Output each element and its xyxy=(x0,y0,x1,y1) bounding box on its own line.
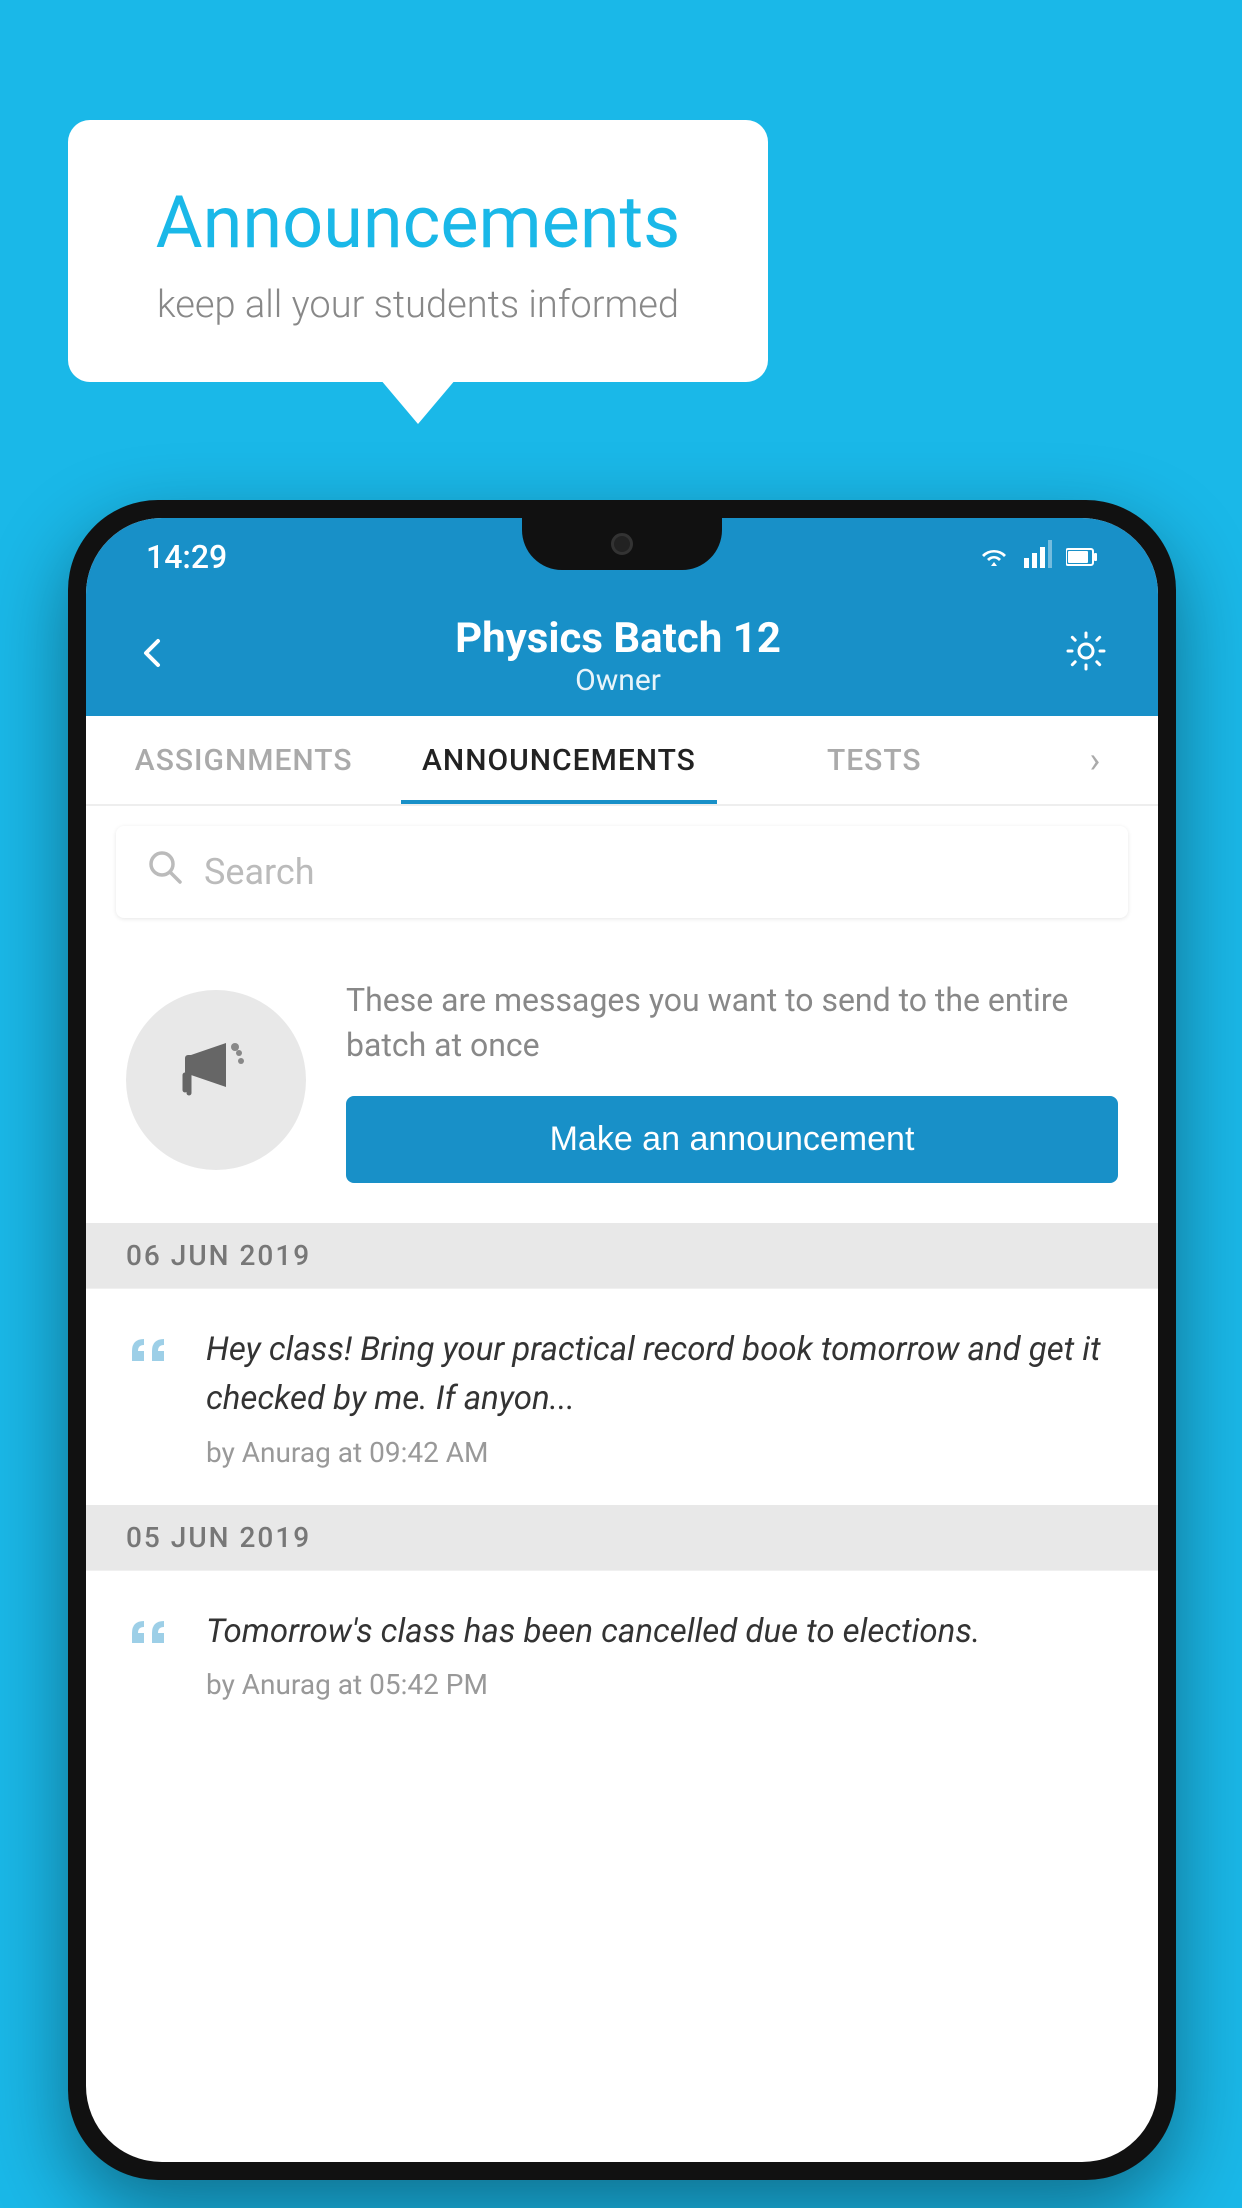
announcement-text-1: Hey class! Bring your practical record b… xyxy=(206,1325,1118,1424)
speech-bubble: Announcements keep all your students inf… xyxy=(68,120,768,382)
tab-announcements[interactable]: ANNOUNCEMENTS xyxy=(401,716,716,804)
phone-device: 14:29 xyxy=(68,500,1176,2180)
header-title: Physics Batch 12 xyxy=(455,614,781,663)
back-button[interactable] xyxy=(136,630,172,682)
header-subtitle: Owner xyxy=(455,663,781,698)
phone-content: Physics Batch 12 Owner ASSIGNMENTS ANNOU… xyxy=(86,596,1158,2162)
announcement-meta-1: by Anurag at 09:42 AM xyxy=(206,1436,1118,1469)
announcement-content-1: Hey class! Bring your practical record b… xyxy=(206,1325,1118,1469)
search-placeholder: Search xyxy=(204,851,315,893)
quote-icon-1 xyxy=(126,1329,170,1382)
tab-tests[interactable]: TESTS xyxy=(717,716,1032,804)
battery-icon xyxy=(1066,541,1098,574)
date-separator-1: 06 JUN 2019 xyxy=(86,1223,1158,1288)
quote-icon-2 xyxy=(126,1611,170,1664)
announcement-icon-circle xyxy=(126,990,306,1170)
scrollable-content: Search xyxy=(86,806,1158,2162)
promo-description: These are messages you want to send to t… xyxy=(346,978,1118,1068)
header-center: Physics Batch 12 Owner xyxy=(455,614,781,698)
bubble-subtitle: keep all your students informed xyxy=(138,283,698,327)
announcement-item-2[interactable]: Tomorrow's class has been cancelled due … xyxy=(86,1570,1158,1738)
wifi-icon xyxy=(978,540,1010,575)
status-time: 14:29 xyxy=(146,538,227,576)
tab-more-icon[interactable]: › xyxy=(1032,716,1158,804)
phone-notch xyxy=(522,518,722,570)
settings-icon[interactable] xyxy=(1064,629,1108,684)
announcement-content-2: Tomorrow's class has been cancelled due … xyxy=(206,1607,1118,1702)
announcement-text-2: Tomorrow's class has been cancelled due … xyxy=(206,1607,1118,1657)
speech-bubble-container: Announcements keep all your students inf… xyxy=(68,120,768,382)
tab-assignments[interactable]: ASSIGNMENTS xyxy=(86,716,401,804)
app-header: Physics Batch 12 Owner xyxy=(86,596,1158,716)
promo-right: These are messages you want to send to t… xyxy=(346,978,1118,1183)
camera-cutout xyxy=(611,533,633,555)
megaphone-icon xyxy=(171,1025,261,1135)
announcement-meta-2: by Anurag at 05:42 PM xyxy=(206,1668,1118,1701)
make-announcement-button[interactable]: Make an announcement xyxy=(346,1096,1118,1183)
search-bar[interactable]: Search xyxy=(116,826,1128,918)
announcement-item-1[interactable]: Hey class! Bring your practical record b… xyxy=(86,1288,1158,1505)
promo-card: These are messages you want to send to t… xyxy=(86,938,1158,1223)
search-icon xyxy=(146,848,184,896)
status-bar: 14:29 xyxy=(86,518,1158,596)
phone-screen: 14:29 xyxy=(86,518,1158,2162)
date-separator-2: 05 JUN 2019 xyxy=(86,1505,1158,1570)
bubble-title: Announcements xyxy=(138,180,698,265)
signal-icon xyxy=(1024,540,1052,575)
status-icons xyxy=(978,540,1098,575)
tab-bar: ASSIGNMENTS ANNOUNCEMENTS TESTS › xyxy=(86,716,1158,806)
